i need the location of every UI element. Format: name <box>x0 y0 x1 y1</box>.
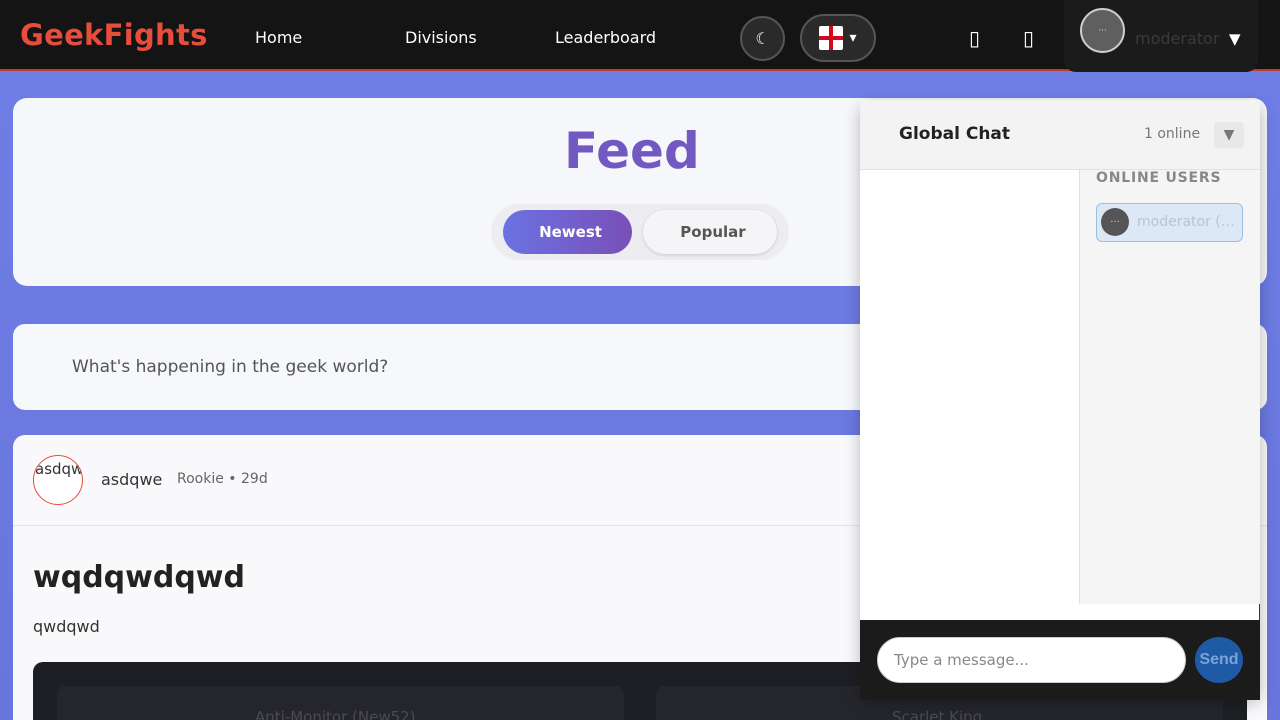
user-name[interactable]: moderator <box>1135 29 1219 48</box>
moon-icon: ☾ <box>755 29 770 48</box>
page-title-text: Feed <box>564 122 700 180</box>
tab-popular-label: Popular <box>680 223 746 241</box>
fighter-right-name: Scarlet King <box>892 708 983 720</box>
nav-divisions[interactable]: Divisions <box>405 28 477 47</box>
online-users-heading: ONLINE USERS <box>1096 170 1222 186</box>
post-author-avatar[interactable]: asdqwe <box>33 455 83 505</box>
post-body: qwdqwd <box>33 617 100 636</box>
avatar[interactable]: ··· <box>1080 8 1125 53</box>
send-button[interactable]: Send <box>1195 637 1243 683</box>
post-author-name[interactable]: asdqwe <box>101 470 162 489</box>
theme-toggle-button[interactable]: ☾ <box>740 16 785 61</box>
chat-title: Global Chat <box>899 124 1011 144</box>
messages-icon[interactable]: ▯ <box>1023 26 1034 50</box>
user-menu-caret-icon[interactable]: ▼ <box>1229 30 1241 48</box>
avatar: ··· <box>1101 208 1129 236</box>
notifications-icon[interactable]: ▯ <box>969 26 980 50</box>
fighter-left-name: Anti-Monitor (New52) <box>255 708 416 720</box>
tab-popular[interactable]: Popular <box>643 210 777 254</box>
online-count: 1 online <box>1144 126 1201 142</box>
online-user-name: moderator (You) <box>1137 214 1237 230</box>
brand-logo[interactable]: GeekFights <box>20 18 208 52</box>
nav-home[interactable]: Home <box>255 28 302 47</box>
nav-leaderboard[interactable]: Leaderboard <box>555 28 656 47</box>
post-meta: Rookie • 29d <box>177 471 268 487</box>
chat-collapse-button[interactable]: ▼ <box>1214 122 1244 148</box>
post-title: wqdqwdqwd <box>33 560 245 595</box>
chevron-down-icon: ▾ <box>849 30 857 46</box>
tab-newest[interactable]: Newest <box>503 210 632 254</box>
chat-messages <box>860 170 1079 620</box>
england-flag-icon <box>819 26 844 50</box>
chat-message-input[interactable] <box>877 637 1186 683</box>
tab-newest-label: Newest <box>539 223 602 241</box>
page-title: Feed <box>546 122 700 180</box>
language-selector[interactable]: ▾ <box>800 14 876 62</box>
composer-prompt[interactable]: What's happening in the geek world? <box>72 357 388 377</box>
